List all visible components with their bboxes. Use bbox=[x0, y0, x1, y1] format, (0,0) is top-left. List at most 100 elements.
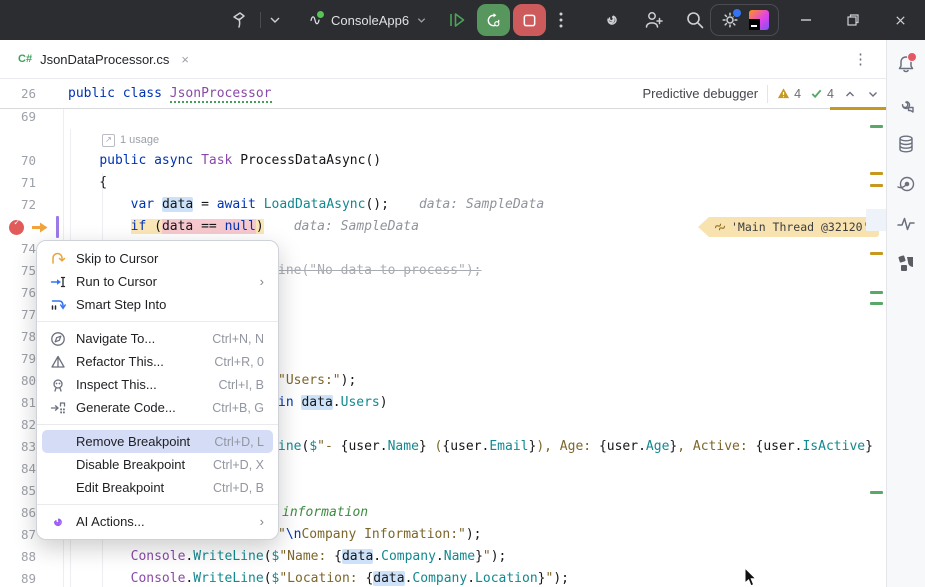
code-token: Users bbox=[341, 395, 380, 410]
code-line-81[interactable]: in data.Users) bbox=[278, 392, 388, 414]
database-icon[interactable] bbox=[896, 134, 916, 154]
code-line-86[interactable]: information bbox=[282, 502, 368, 524]
code-line-73[interactable]: if (data == null)data: SampleData bbox=[68, 216, 419, 238]
menu-item-disable-breakpoint[interactable]: Disable BreakpointCtrl+D, X bbox=[42, 453, 273, 476]
ai-chat-icon[interactable] bbox=[896, 95, 916, 115]
line-number-77[interactable]: 77 bbox=[2, 304, 36, 326]
line-number-86[interactable]: 86 bbox=[2, 502, 36, 524]
menu-item-refactor-this[interactable]: Refactor This...Ctrl+R, 0 bbox=[42, 350, 273, 373]
submenu-arrow-icon: › bbox=[260, 514, 264, 529]
code-token: } bbox=[865, 439, 873, 454]
menu-item-skip-to-cursor[interactable]: Skip to Cursor bbox=[42, 247, 273, 270]
line-number-78[interactable]: 78 bbox=[2, 326, 36, 348]
line-number-76[interactable]: 76 bbox=[2, 282, 36, 304]
code-line-72[interactable]: var data = await LoadDataAsync();data: S… bbox=[68, 194, 544, 216]
menu-item-edit-breakpoint[interactable]: Edit BreakpointCtrl+D, B bbox=[42, 476, 273, 499]
error-stripe-mark[interactable] bbox=[870, 184, 883, 187]
code-line-71[interactable]: { bbox=[68, 172, 107, 194]
usage-annotation[interactable]: ↗1 usage bbox=[102, 131, 159, 149]
coverage-pinwheel-icon[interactable] bbox=[896, 253, 916, 273]
code-token: WriteLine bbox=[193, 571, 263, 586]
sticky-header-line[interactable]: 26 public class JsonProcessor Predictive… bbox=[0, 79, 886, 109]
gear-icon[interactable] bbox=[720, 10, 740, 30]
menu-item-label: Run to Cursor bbox=[76, 274, 157, 289]
line-number-81[interactable]: 81 bbox=[2, 392, 36, 414]
line-number-71[interactable]: 71 bbox=[2, 172, 36, 194]
inline-debug-hint: data: SampleData bbox=[294, 219, 419, 234]
profiler-pulse-icon[interactable] bbox=[896, 214, 916, 234]
code-token bbox=[162, 86, 170, 101]
inspections-widget[interactable]: Predictive debugger 4 4 bbox=[642, 79, 880, 108]
menu-item-inspect-this[interactable]: Inspect This...Ctrl+I, B bbox=[42, 373, 273, 396]
resume-program-icon[interactable] bbox=[447, 10, 469, 32]
code-token: ProcessDataAsync bbox=[240, 153, 365, 168]
line-number-70[interactable]: 70 bbox=[2, 150, 36, 172]
menu-item-label: Remove Breakpoint bbox=[76, 434, 190, 449]
menu-item-run-to-cursor[interactable]: Run to Cursor› bbox=[42, 270, 273, 293]
tab-options-icon[interactable]: ⋮ bbox=[853, 50, 868, 68]
code-line-89[interactable]: Console.WriteLine($"Location: {data.Comp… bbox=[68, 568, 569, 587]
line-number-88[interactable]: 88 bbox=[2, 546, 36, 568]
line-number-26[interactable]: 26 bbox=[2, 83, 36, 105]
chevron-down-icon[interactable] bbox=[268, 13, 290, 35]
line-number-87[interactable]: 87 bbox=[2, 524, 36, 546]
line-number-79[interactable]: 79 bbox=[2, 348, 36, 370]
code-with-me-icon[interactable] bbox=[643, 9, 665, 31]
tab-jsondataprocessor[interactable]: C# JsonDataProcessor.cs × bbox=[8, 40, 199, 78]
stop-button[interactable] bbox=[513, 4, 546, 36]
code-token: IsActive bbox=[802, 439, 865, 454]
close-window-button[interactable] bbox=[877, 0, 923, 40]
ai-assistant-icon[interactable] bbox=[601, 9, 623, 31]
code-token: null bbox=[225, 219, 256, 234]
menu-item-smart-step-into[interactable]: Smart Step Into bbox=[42, 293, 273, 316]
restore-button[interactable] bbox=[830, 0, 876, 40]
code-line-70[interactable]: public async Task ProcessDataAsync() bbox=[68, 150, 381, 172]
error-stripe-mark[interactable] bbox=[870, 252, 883, 255]
menu-item-label: Skip to Cursor bbox=[76, 251, 158, 266]
sticky-code-line[interactable]: public class JsonProcessor bbox=[68, 83, 272, 105]
close-tab-icon[interactable]: × bbox=[181, 52, 189, 67]
error-stripe-mark[interactable] bbox=[870, 291, 883, 294]
line-number-85[interactable]: 85 bbox=[2, 480, 36, 502]
line-number-89[interactable]: 89 bbox=[2, 568, 36, 587]
error-stripe-mark[interactable] bbox=[870, 302, 883, 305]
warnings-counter[interactable]: 4 bbox=[777, 87, 801, 101]
more-actions-icon[interactable] bbox=[551, 10, 573, 32]
notification-badge bbox=[907, 52, 917, 62]
error-stripe-mark[interactable] bbox=[870, 172, 883, 175]
menu-item-generate-code[interactable]: Generate Code...Ctrl+B, G bbox=[42, 396, 273, 419]
error-stripe-mark[interactable] bbox=[870, 491, 883, 494]
line-number-80[interactable]: 80 bbox=[2, 370, 36, 392]
line-number-75[interactable]: 75 bbox=[2, 260, 36, 282]
menu-item-ai-actions[interactable]: AI Actions...› bbox=[42, 510, 273, 533]
menu-item-shortcut: Ctrl+B, G bbox=[212, 401, 264, 415]
restart-debug-button[interactable] bbox=[477, 4, 510, 36]
line-number-72[interactable]: 72 bbox=[2, 194, 36, 216]
code-line-88[interactable]: Console.WriteLine($"Name: {data.Company.… bbox=[68, 546, 506, 568]
search-icon[interactable] bbox=[684, 9, 706, 31]
menu-item-shortcut: Ctrl+D, B bbox=[213, 481, 264, 495]
line-number-74[interactable]: 74 bbox=[2, 238, 36, 260]
code-line-75[interactable]: ine("No data to process"); bbox=[278, 260, 482, 282]
error-stripe-mark[interactable] bbox=[870, 125, 883, 128]
line-number-69[interactable]: 69 bbox=[2, 109, 36, 128]
run-config-selector[interactable]: ∿ ConsoleApp6 bbox=[306, 8, 427, 32]
line-number-83[interactable]: 83 bbox=[2, 436, 36, 458]
menu-item-navigate-to[interactable]: Navigate To...Ctrl+N, N bbox=[42, 327, 273, 350]
build-hammer-icon[interactable] bbox=[228, 9, 250, 31]
minimize-button[interactable] bbox=[783, 0, 829, 40]
line-number-84[interactable]: 84 bbox=[2, 458, 36, 480]
code-token: if bbox=[131, 219, 147, 234]
code-line-87[interactable]: "\nCompany Information:"); bbox=[278, 524, 482, 546]
code-line-83[interactable]: ine($"- {user.Name} ({user.Email}), Age:… bbox=[278, 436, 873, 458]
menu-item-remove-breakpoint[interactable]: Remove BreakpointCtrl+D, L bbox=[42, 430, 273, 453]
notifications-bell-icon[interactable] bbox=[896, 54, 916, 74]
rider-logo[interactable] bbox=[749, 10, 769, 30]
code-token: {user. bbox=[599, 439, 646, 454]
prev-issue-chevron-icon[interactable] bbox=[843, 87, 857, 101]
passed-counter[interactable]: 4 bbox=[810, 87, 834, 101]
next-issue-chevron-icon[interactable] bbox=[866, 87, 880, 101]
line-number-82[interactable]: 82 bbox=[2, 414, 36, 436]
endpoints-target-icon[interactable] bbox=[896, 174, 916, 194]
code-line-80[interactable]: "Users:"); bbox=[278, 370, 356, 392]
